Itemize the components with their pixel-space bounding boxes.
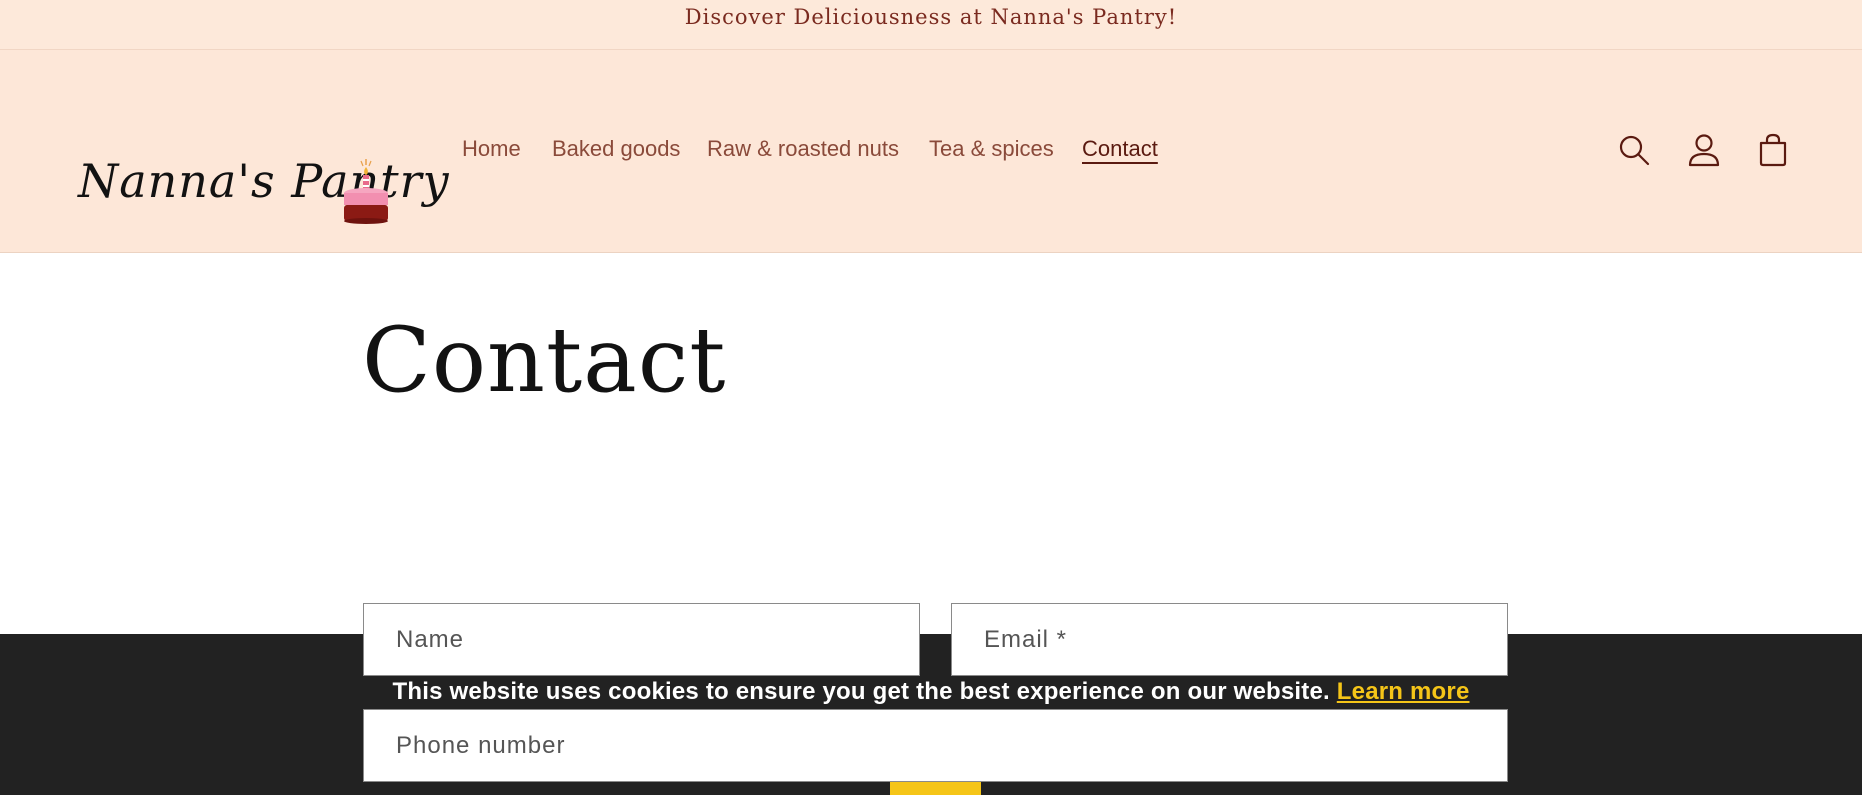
nav-tea-spices[interactable]: Tea & spices [929, 136, 1054, 162]
nav-contact[interactable]: Contact [1082, 136, 1158, 162]
account-icon[interactable] [1686, 130, 1722, 170]
search-icon[interactable] [1616, 130, 1652, 170]
announcement-bar: Discover Deliciousness at Nanna's Pantry… [0, 0, 1862, 50]
page-title: Contact [362, 308, 727, 413]
site-logo[interactable]: Nanna's Pantry [78, 102, 449, 252]
email-input[interactable] [984, 625, 1507, 654]
cart-icon[interactable] [1755, 130, 1791, 170]
cookie-message: This website uses cookies to ensure you … [392, 678, 1330, 705]
nav-home[interactable]: Home [462, 136, 521, 162]
nav-raw-roasted-nuts[interactable]: Raw & roasted nuts [707, 136, 899, 162]
announcement-text: Discover Deliciousness at Nanna's Pantry… [684, 4, 1178, 29]
email-field[interactable] [951, 603, 1508, 676]
phone-field[interactable] [363, 709, 1508, 782]
nav-baked-goods[interactable]: Baked goods [552, 136, 680, 162]
learn-more-link[interactable]: Learn more [1337, 678, 1470, 705]
cookie-accept-button[interactable] [890, 782, 981, 795]
name-field[interactable] [363, 603, 920, 676]
site-header: Nanna's Pantry Home Baked goods Raw & ro… [0, 50, 1862, 253]
phone-input[interactable] [396, 731, 1507, 760]
logo-text: Nanna's Pantry [78, 154, 450, 208]
cake-icon [344, 159, 388, 224]
cookie-message-line: This website uses cookies to ensure you … [0, 678, 1862, 706]
name-input[interactable] [396, 625, 919, 654]
